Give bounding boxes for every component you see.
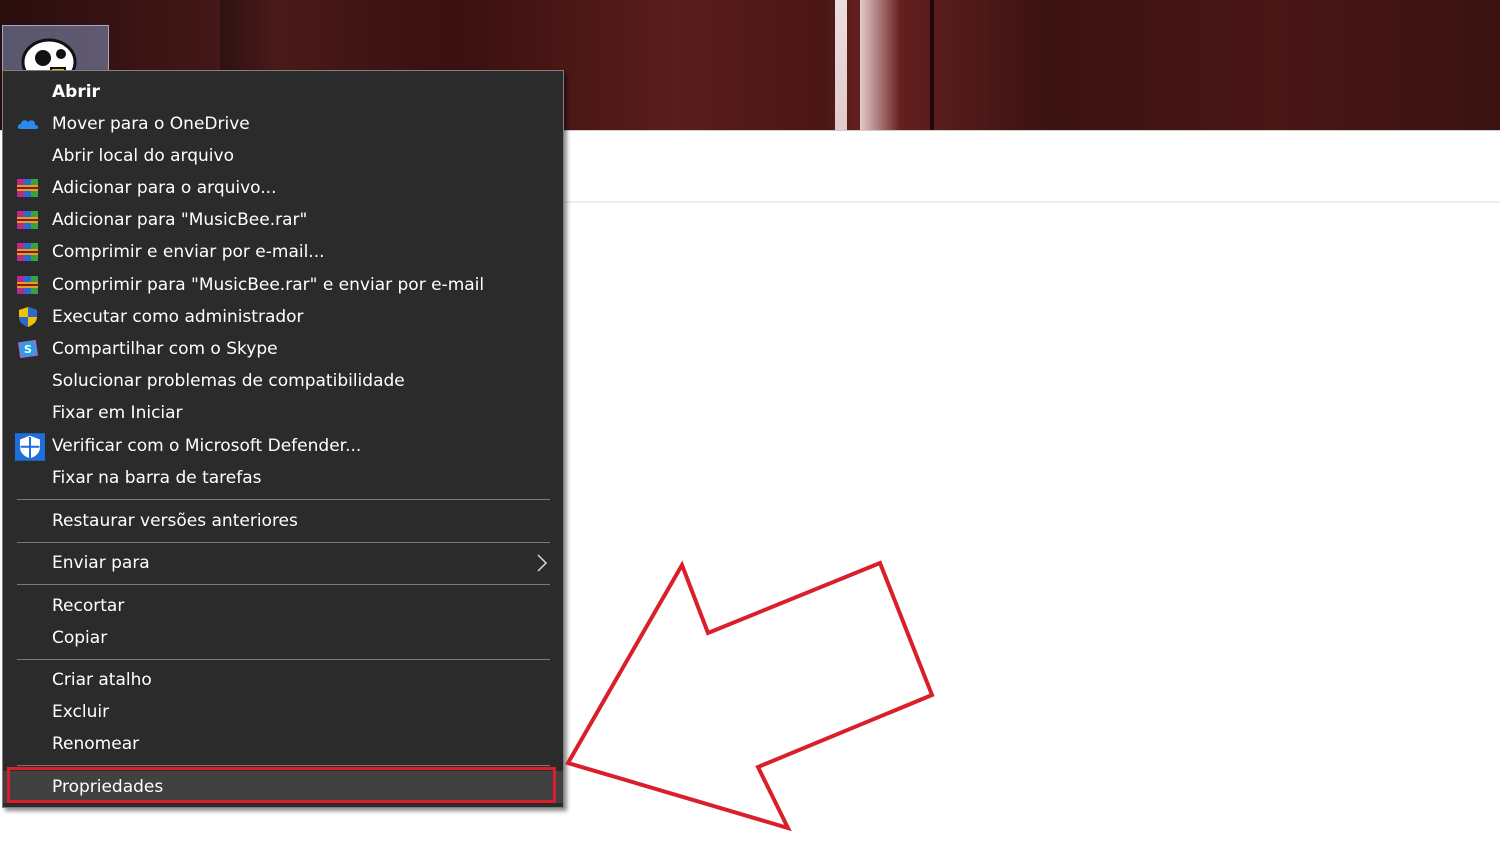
menu-item-executar-admin[interactable]: Executar como administrador [3,301,563,333]
menu-item-label: Fixar na barra de tarefas [52,468,262,488]
context-menu: Abrir Mover para o OneDrive Abrir local … [2,70,564,808]
menu-item-adicionar-musicbee-rar[interactable]: Adicionar para "MusicBee.rar" [3,204,563,236]
menu-item-criar-atalho[interactable]: Criar atalho [3,664,563,696]
menu-item-fixar-iniciar[interactable]: Fixar em Iniciar [3,397,563,429]
menu-item-label: Enviar para [52,553,150,573]
menu-item-defender[interactable]: Verificar com o Microsoft Defender... [3,430,563,462]
menu-separator [17,765,550,766]
menu-item-solucionar-compatibilidade[interactable]: Solucionar problemas de compatibilidade [3,365,563,397]
menu-item-label: Solucionar problemas de compatibilidade [52,371,405,391]
winrar-icon [16,276,39,294]
menu-item-label: Adicionar para o arquivo... [52,178,277,198]
menu-item-label: Recortar [52,596,125,616]
menu-item-label: Propriedades [52,777,164,797]
annotation-arrow-icon [565,560,935,832]
uac-shield-icon [19,307,37,327]
winrar-icon [16,179,39,197]
menu-item-label: Comprimir para "MusicBee.rar" e enviar p… [52,275,485,295]
winrar-icon [16,243,39,261]
skype-icon: S [17,339,39,359]
menu-item-label: Verificar com o Microsoft Defender... [52,436,362,456]
menu-item-skype[interactable]: S Compartilhar com o Skype [3,333,563,365]
menu-item-label: Adicionar para "MusicBee.rar" [52,210,308,230]
menu-item-propriedades[interactable]: Propriedades [3,771,563,803]
menu-item-label: Abrir [52,82,100,102]
menu-item-recortar[interactable]: Recortar [3,590,563,622]
menu-item-abrir[interactable]: Abrir [3,76,563,108]
menu-item-label: Excluir [52,702,110,722]
menu-separator [17,584,550,585]
menu-item-comprimir-email[interactable]: Comprimir e enviar por e-mail... [3,236,563,268]
menu-item-label: Abrir local do arquivo [52,146,234,166]
menu-item-restaurar-versoes[interactable]: Restaurar versões anteriores [3,505,563,537]
divider [565,201,1500,203]
menu-item-onedrive[interactable]: Mover para o OneDrive [3,108,563,140]
screen: Abrir Mover para o OneDrive Abrir local … [0,0,1500,844]
menu-item-label: Executar como administrador [52,307,304,327]
menu-item-label: Comprimir e enviar por e-mail... [52,242,325,262]
menu-item-renomear[interactable]: Renomear [3,728,563,760]
menu-item-label: Compartilhar com o Skype [52,339,278,359]
menu-separator [17,499,550,500]
menu-separator [17,542,550,543]
menu-item-comprimir-musicbee-email[interactable]: Comprimir para "MusicBee.rar" e enviar p… [3,269,563,301]
onedrive-icon [17,120,39,129]
menu-item-copiar[interactable]: Copiar [3,622,563,654]
menu-item-label: Criar atalho [52,670,152,690]
menu-item-enviar-para[interactable]: Enviar para [3,547,563,579]
menu-item-fixar-barra-tarefas[interactable]: Fixar na barra de tarefas [3,462,563,494]
menu-item-label: Mover para o OneDrive [52,114,250,134]
chevron-right-icon [537,554,548,572]
menu-item-abrir-local[interactable]: Abrir local do arquivo [3,140,563,172]
menu-item-label: Copiar [52,628,108,648]
svg-text:S: S [24,343,32,356]
menu-item-adicionar-arquivo[interactable]: Adicionar para o arquivo... [3,172,563,204]
menu-item-excluir[interactable]: Excluir [3,696,563,728]
menu-item-label: Renomear [52,734,140,754]
menu-item-label: Fixar em Iniciar [52,403,183,423]
menu-item-label: Restaurar versões anteriores [52,511,298,531]
defender-icon [15,433,45,461]
winrar-icon [16,211,39,229]
menu-separator [17,659,550,660]
